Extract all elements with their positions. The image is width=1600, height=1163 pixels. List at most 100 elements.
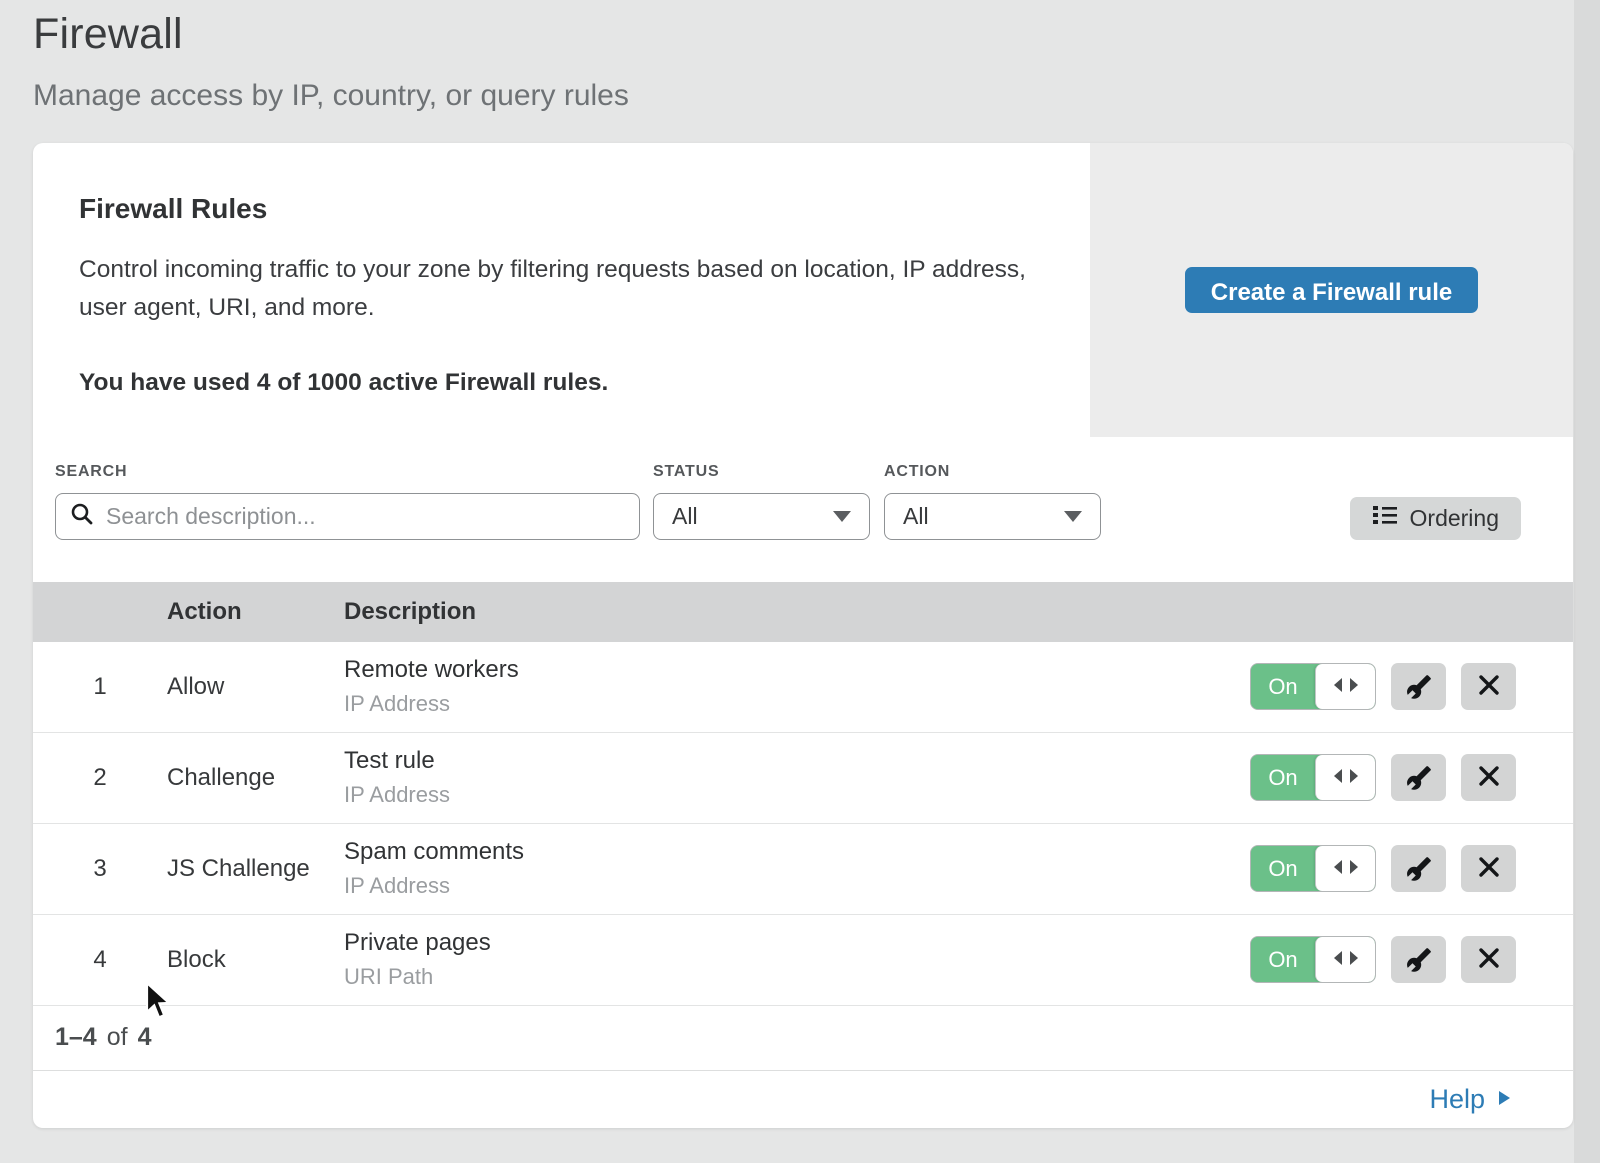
table-row: 4 Block Private pages URI Path On	[33, 915, 1573, 1006]
rule-action: JS Challenge	[167, 855, 344, 883]
table-row: 3 JS Challenge Spam comments IP Address …	[33, 824, 1573, 915]
rule-action: Challenge	[167, 764, 344, 792]
action-column-header: Action	[167, 598, 344, 626]
rule-priority: 1	[33, 673, 167, 701]
rule-match-type: IP Address	[344, 873, 1250, 899]
status-select-value: All	[672, 503, 698, 530]
search-icon	[70, 502, 94, 531]
pagination-of-text: of	[107, 1023, 128, 1052]
intro-text-block: Firewall Rules Control incoming traffic …	[33, 143, 1090, 437]
action-filter-group: ACTION All	[884, 463, 1101, 540]
delete-rule-button[interactable]	[1461, 663, 1516, 710]
rule-description-cell: Remote workers IP Address	[344, 656, 1250, 717]
action-label: ACTION	[884, 463, 1101, 481]
chevron-down-icon	[833, 511, 851, 522]
filter-bar: SEARCH STATUS All ACTION All	[33, 437, 1573, 582]
toggle-handle[interactable]	[1315, 664, 1375, 709]
close-icon	[1478, 947, 1500, 972]
rule-enabled-toggle[interactable]: On	[1250, 754, 1376, 801]
left-right-arrows-icon	[1333, 946, 1359, 974]
wrench-icon	[1406, 765, 1432, 791]
rule-priority: 3	[33, 855, 167, 883]
search-box[interactable]	[55, 493, 640, 540]
arrow-right-icon	[1497, 1084, 1511, 1115]
close-icon	[1478, 856, 1500, 881]
delete-rule-button[interactable]	[1461, 936, 1516, 983]
wrench-icon	[1406, 856, 1432, 882]
rule-enabled-toggle[interactable]: On	[1250, 936, 1376, 983]
create-rule-panel: Create a Firewall rule	[1090, 143, 1573, 437]
search-label: SEARCH	[55, 463, 640, 481]
rule-controls: On	[1250, 754, 1573, 801]
description-column-header: Description	[344, 598, 1573, 626]
rules-usage-note: You have used 4 of 1000 active Firewall …	[79, 369, 1030, 397]
rule-action: Allow	[167, 673, 344, 701]
table-header: Action Description	[33, 582, 1573, 642]
ordering-button-label: Ordering	[1410, 505, 1499, 532]
edit-rule-button[interactable]	[1391, 663, 1446, 710]
toggle-on-label: On	[1251, 937, 1315, 982]
table-row: 1 Allow Remote workers IP Address On	[33, 642, 1573, 733]
status-select[interactable]: All	[653, 493, 870, 540]
status-label: STATUS	[653, 463, 870, 481]
ordering-button[interactable]: Ordering	[1350, 497, 1521, 540]
intro-section: Firewall Rules Control incoming traffic …	[33, 143, 1573, 437]
rule-match-type: IP Address	[344, 691, 1250, 717]
rule-description: Test rule	[344, 747, 1250, 775]
rule-enabled-toggle[interactable]: On	[1250, 845, 1376, 892]
left-right-arrows-icon	[1333, 855, 1359, 883]
rule-description: Spam comments	[344, 838, 1250, 866]
ordered-list-icon	[1372, 503, 1398, 533]
edit-rule-button[interactable]	[1391, 936, 1446, 983]
pagination: 1–4 of 4	[33, 1006, 1573, 1070]
table-row: 2 Challenge Test rule IP Address On	[33, 733, 1573, 824]
rule-description-cell: Spam comments IP Address	[344, 838, 1250, 899]
status-filter-group: STATUS All	[653, 463, 870, 540]
rule-description: Remote workers	[344, 656, 1250, 684]
left-right-arrows-icon	[1333, 673, 1359, 701]
page-header: Firewall Manage access by IP, country, o…	[0, 0, 1600, 113]
rule-description-cell: Test rule IP Address	[344, 747, 1250, 808]
card-footer: Help	[33, 1070, 1573, 1128]
toggle-on-label: On	[1251, 846, 1315, 891]
toggle-on-label: On	[1251, 664, 1315, 709]
rule-description-cell: Private pages URI Path	[344, 929, 1250, 990]
delete-rule-button[interactable]	[1461, 754, 1516, 801]
rule-priority: 4	[33, 946, 167, 974]
edit-rule-button[interactable]	[1391, 754, 1446, 801]
close-icon	[1478, 765, 1500, 790]
chevron-down-icon	[1064, 511, 1082, 522]
table-body: 1 Allow Remote workers IP Address On	[33, 642, 1573, 1006]
toggle-handle[interactable]	[1315, 755, 1375, 800]
create-firewall-rule-button[interactable]: Create a Firewall rule	[1185, 267, 1478, 313]
page-title: Firewall	[33, 10, 1600, 59]
rule-controls: On	[1250, 845, 1573, 892]
search-filter-group: SEARCH	[55, 463, 640, 540]
pagination-total: 4	[138, 1023, 152, 1052]
intro-description: Control incoming traffic to your zone by…	[79, 251, 1029, 327]
rule-enabled-toggle[interactable]: On	[1250, 663, 1376, 710]
toggle-handle[interactable]	[1315, 846, 1375, 891]
edit-rule-button[interactable]	[1391, 845, 1446, 892]
help-link-label: Help	[1429, 1084, 1485, 1115]
rule-description: Private pages	[344, 929, 1250, 957]
rule-match-type: IP Address	[344, 782, 1250, 808]
rule-priority: 2	[33, 764, 167, 792]
rule-controls: On	[1250, 936, 1573, 983]
help-link[interactable]: Help	[1429, 1084, 1511, 1115]
search-input[interactable]	[106, 503, 625, 530]
action-select-value: All	[903, 503, 929, 530]
pagination-range: 1–4	[55, 1023, 97, 1052]
close-icon	[1478, 674, 1500, 699]
wrench-icon	[1406, 674, 1432, 700]
toggle-handle[interactable]	[1315, 937, 1375, 982]
left-right-arrows-icon	[1333, 764, 1359, 792]
action-select[interactable]: All	[884, 493, 1101, 540]
page-subtitle: Manage access by IP, country, or query r…	[33, 79, 1600, 113]
window-edge	[1574, 0, 1600, 1163]
rule-action: Block	[167, 946, 344, 974]
rule-match-type: URI Path	[344, 964, 1250, 990]
rule-controls: On	[1250, 663, 1573, 710]
delete-rule-button[interactable]	[1461, 845, 1516, 892]
wrench-icon	[1406, 947, 1432, 973]
